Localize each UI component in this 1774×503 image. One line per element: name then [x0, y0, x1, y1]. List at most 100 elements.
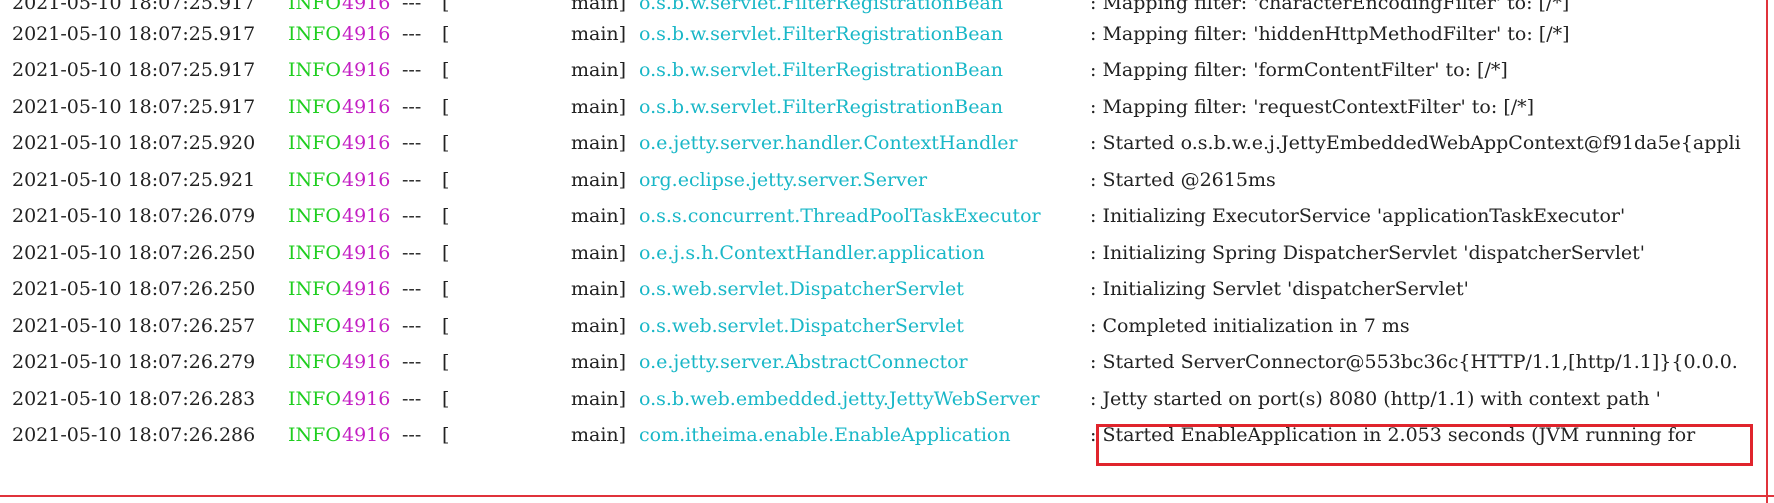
logger-name: com.itheima.enable.EnableApplication: [639, 424, 1011, 446]
process-id: 4916: [342, 242, 391, 264]
log-message: : Started o.s.b.w.e.j.JettyEmbeddedWebAp…: [1090, 132, 1741, 154]
log-message: : Started ServerConnector@553bc36c{HTTP/…: [1090, 351, 1738, 373]
separator: ---: [402, 315, 422, 337]
log-level: INFO: [288, 23, 341, 45]
log-line: 2021-05-10 18:07:25.917 INFO 4916 --- [main]…: [0, 50, 1766, 91]
logger-name: o.s.b.w.servlet.FilterRegistrationBean: [639, 96, 1004, 118]
log-message: : Initializing Servlet 'dispatcherServle…: [1090, 278, 1469, 300]
separator: ---: [402, 132, 422, 154]
log-line: 2021-05-10 18:07:25.917 INFO 4916 --- [ main]…: [0, 14, 1766, 55]
process-id: 4916: [342, 23, 391, 45]
log-level: INFO: [288, 169, 341, 191]
thread-open-bracket: [: [442, 169, 450, 191]
thread-name: main]: [571, 278, 627, 300]
process-id: 4916: [342, 169, 391, 191]
logger-name: org.eclipse.jetty.server.Server: [639, 169, 928, 191]
separator: ---: [402, 205, 422, 227]
thread-open-bracket: [: [442, 132, 450, 154]
timestamp: 2021-05-10 18:07:26.250: [12, 278, 256, 300]
thread-open-bracket: [: [442, 23, 450, 45]
log-message: : Started @2615ms: [1090, 169, 1276, 191]
log-level: INFO: [288, 424, 341, 446]
thread-name: main]: [571, 388, 627, 410]
thread-open-bracket: [: [442, 424, 450, 446]
log-line: 2021-05-10 18:07:25.921 INFO 4916 --- [main]…: [0, 160, 1766, 201]
thread-name: main]: [571, 351, 627, 373]
logger-name: o.e.jetty.server.handler.ContextHandler: [639, 132, 1018, 154]
logger-name: o.s.b.w.servlet.FilterRegistrationBean: [639, 59, 1004, 81]
thread-name: main]: [571, 132, 627, 154]
log-line: 2021-05-10 18:07:26.279 INFO 4916 --- [main]…: [0, 342, 1766, 383]
console-log-panel: 2021-05-10 18:07:25.917 INFO 4916 ---[main]…: [0, 0, 1774, 503]
log-level: INFO: [288, 96, 341, 118]
frame-right-edge: [1766, 0, 1768, 503]
separator: ---: [402, 278, 422, 300]
thread-name: main]: [571, 23, 627, 45]
thread-name: main]: [571, 242, 627, 264]
thread-open-bracket: [: [442, 205, 450, 227]
process-id: 4916: [342, 132, 391, 154]
separator: ---: [402, 169, 422, 191]
timestamp: 2021-05-10 18:07:26.079: [12, 205, 256, 227]
log-message: : Mapping filter: 'requestContextFilter'…: [1090, 96, 1535, 118]
process-id: 4916: [342, 351, 391, 373]
frame-bottom-edge: [0, 495, 1774, 497]
thread-name: main]: [571, 169, 627, 191]
log-level: INFO: [288, 242, 341, 264]
thread-open-bracket: [: [442, 388, 450, 410]
logger-name: o.s.web.servlet.DispatcherServlet: [639, 315, 964, 337]
log-level: INFO: [288, 351, 341, 373]
log-level: INFO: [288, 278, 341, 300]
log-line: 2021-05-10 18:07:25.920 INFO 4916 --- [main]…: [0, 123, 1766, 164]
process-id: 4916: [342, 59, 391, 81]
logger-name: o.s.web.servlet.DispatcherServlet: [639, 278, 964, 300]
timestamp: 2021-05-10 18:07:25.917: [12, 59, 256, 81]
log-level: INFO: [288, 205, 341, 227]
thread-name: main]: [571, 59, 627, 81]
thread-open-bracket: [: [442, 278, 450, 300]
log-line: 2021-05-10 18:07:26.257 INFO 4916 --- [main]…: [0, 306, 1766, 347]
process-id: 4916: [342, 315, 391, 337]
thread-open-bracket: [: [442, 351, 450, 373]
log-line: 2021-05-10 18:07:25.917 INFO 4916 --- [ main]…: [0, 87, 1766, 128]
separator: ---: [402, 242, 422, 264]
logger-name: o.s.s.concurrent.ThreadPoolTaskExecutor: [639, 205, 1041, 227]
log-line: 2021-05-10 18:07:26.283 INFO 4916 --- [main]…: [0, 379, 1766, 420]
timestamp: 2021-05-10 18:07:26.257: [12, 315, 256, 337]
log-line: 2021-05-10 18:07:26.250 INFO 4916 --- [ main]…: [0, 269, 1766, 310]
logger-name: o.e.jetty.server.AbstractConnector: [639, 351, 968, 373]
log-line: 2021-05-10 18:07:26.079 INFO 4916 --- [main]…: [0, 196, 1766, 237]
highlight-box: [1096, 424, 1753, 466]
thread-open-bracket: [: [442, 96, 450, 118]
separator: ---: [402, 351, 422, 373]
log-message: : Completed initialization in 7 ms: [1090, 315, 1410, 337]
timestamp: 2021-05-10 18:07:26.250: [12, 242, 256, 264]
log-message: : Mapping filter: 'formContentFilter' to…: [1090, 59, 1508, 81]
process-id: 4916: [342, 96, 391, 118]
separator: ---: [402, 424, 422, 446]
thread-open-bracket: [: [442, 59, 450, 81]
timestamp: 2021-05-10 18:07:25.920: [12, 132, 256, 154]
thread-open-bracket: [: [442, 315, 450, 337]
logger-name: o.s.b.web.embedded.jetty.JettyWebServer: [639, 388, 1040, 410]
timestamp: 2021-05-10 18:07:25.917: [12, 96, 256, 118]
separator: ---: [402, 96, 422, 118]
log-message: : Initializing ExecutorService 'applicat…: [1090, 205, 1626, 227]
timestamp: 2021-05-10 18:07:25.917: [12, 23, 256, 45]
process-id: 4916: [342, 278, 391, 300]
log-message: : Mapping filter: 'hiddenHttpMethodFilte…: [1090, 23, 1570, 45]
log-level: INFO: [288, 315, 341, 337]
separator: ---: [402, 59, 422, 81]
thread-open-bracket: [: [442, 242, 450, 264]
log-message: : Initializing Spring DispatcherServlet …: [1090, 242, 1646, 264]
process-id: 4916: [342, 205, 391, 227]
separator: ---: [402, 23, 422, 45]
log-line: 2021-05-10 18:07:26.250 INFO 4916 --- [ main]…: [0, 233, 1766, 274]
logger-name: o.s.b.w.servlet.FilterRegistrationBean: [639, 23, 1004, 45]
process-id: 4916: [342, 388, 391, 410]
thread-name: main]: [571, 424, 627, 446]
thread-name: main]: [571, 96, 627, 118]
log-level: INFO: [288, 388, 341, 410]
process-id: 4916: [342, 424, 391, 446]
log-message: : Jetty started on port(s) 8080 (http/1.…: [1090, 388, 1661, 410]
